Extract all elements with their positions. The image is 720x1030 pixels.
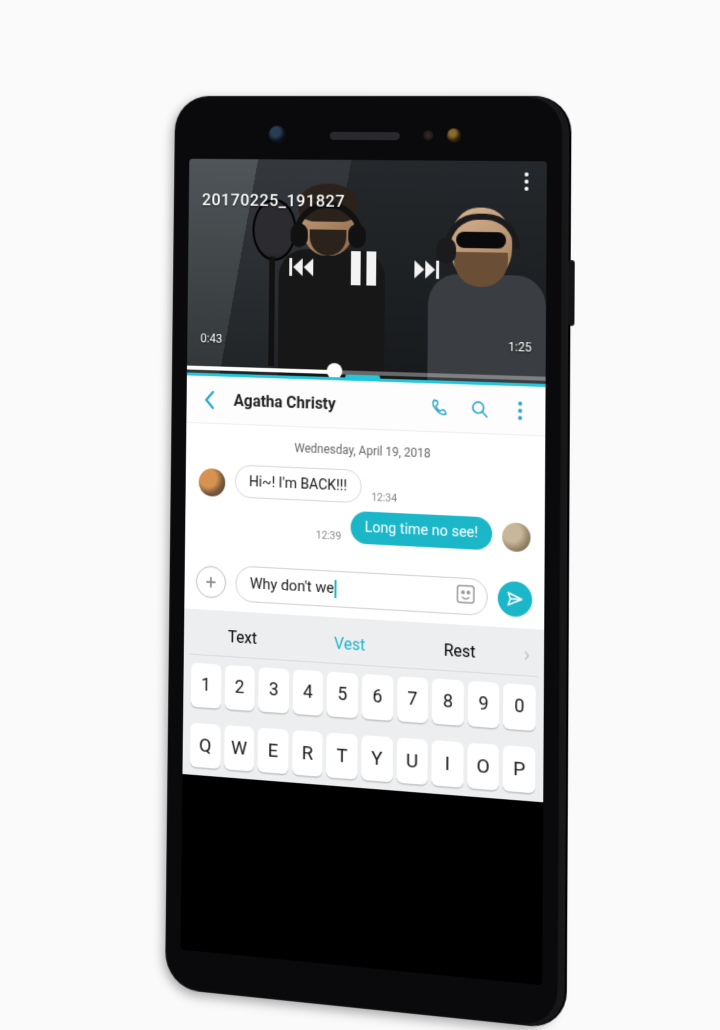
compose-input[interactable]: Why don't we [235, 565, 487, 616]
proximity-sensor [423, 130, 433, 140]
key-letter[interactable]: Q [190, 722, 220, 768]
key-letter[interactable]: P [503, 745, 535, 793]
singer-figure [274, 189, 382, 387]
keyboard: Text Vest Rest › 1234567890 QWERTYUIOP [182, 608, 544, 802]
producer-figure [421, 207, 542, 387]
key-letter[interactable]: W [224, 725, 255, 772]
message-time: 12:34 [371, 491, 397, 505]
power-button[interactable] [568, 260, 574, 326]
seek-thumb[interactable] [326, 363, 342, 380]
key-letter[interactable]: E [258, 727, 289, 774]
message-bubble[interactable]: Hi~! I'm BACK!!! [235, 465, 362, 504]
message-time: 12:39 [316, 528, 341, 542]
avatar[interactable] [502, 522, 530, 552]
prev-track-icon[interactable] [288, 253, 315, 281]
key-number[interactable]: 7 [397, 676, 429, 723]
suggestion-selected[interactable]: Vest [296, 631, 405, 657]
key-letter[interactable]: U [396, 737, 428, 784]
key-number[interactable]: 5 [327, 671, 358, 718]
key-letter[interactable]: O [467, 742, 499, 790]
front-camera [269, 126, 286, 144]
date-separator: Wednesday, April 19, 2018 [199, 437, 531, 464]
key-number[interactable]: 8 [432, 678, 464, 725]
contact-name[interactable]: Agatha Christy [234, 391, 336, 414]
key-letter[interactable]: T [326, 732, 357, 779]
compose-text: Why don't we [250, 574, 334, 597]
suggestion-expand-icon[interactable]: › [516, 642, 538, 668]
key-number[interactable]: 4 [292, 669, 323, 716]
key-number[interactable]: 3 [258, 667, 289, 713]
key-number[interactable]: 6 [362, 674, 393, 721]
key-number[interactable]: 0 [503, 683, 535, 731]
message-bubble[interactable]: Long time no see! [351, 511, 492, 550]
pause-icon[interactable] [350, 254, 377, 283]
back-icon[interactable] [196, 384, 225, 415]
sticker-icon[interactable] [455, 582, 477, 610]
key-number[interactable]: 9 [468, 681, 500, 729]
call-icon[interactable] [425, 392, 455, 424]
screen: 20170225_191827 0:43 1:25 [180, 159, 546, 985]
next-track-icon[interactable] [412, 255, 440, 284]
video-more-menu-icon[interactable] [516, 169, 536, 194]
video-player[interactable]: 20170225_191827 0:43 1:25 [187, 159, 547, 387]
front-flash [447, 128, 461, 142]
search-icon[interactable] [465, 393, 495, 425]
attach-button[interactable]: + [196, 565, 227, 599]
video-title: 20170225_191827 [202, 190, 345, 212]
text-caret [335, 580, 337, 598]
split-screen-handle[interactable] [345, 374, 380, 379]
message-list[interactable]: Wednesday, April 19, 2018 Hi~! I'm BACK!… [185, 423, 545, 574]
chat-more-menu-icon[interactable] [505, 394, 535, 426]
phone-mockup: 20170225_191827 0:43 1:25 [165, 96, 563, 1029]
total-time: 1:25 [508, 340, 531, 355]
key-number[interactable]: 1 [191, 662, 221, 708]
send-button[interactable] [498, 580, 533, 617]
key-letter[interactable]: I [431, 740, 463, 788]
suggestion[interactable]: Rest [404, 638, 515, 664]
avatar[interactable] [199, 468, 226, 497]
suggestion[interactable]: Text [190, 624, 296, 650]
key-letter[interactable]: Y [361, 735, 392, 782]
earpiece-speaker [330, 132, 400, 140]
key-letter[interactable]: R [292, 730, 323, 777]
message-row-outgoing: 12:39 Long time no see! [198, 504, 530, 552]
elapsed-time: 0:43 [200, 331, 222, 345]
message-row-incoming: Hi~! I'm BACK!!! 12:34 [199, 463, 531, 511]
key-number[interactable]: 2 [224, 665, 255, 711]
